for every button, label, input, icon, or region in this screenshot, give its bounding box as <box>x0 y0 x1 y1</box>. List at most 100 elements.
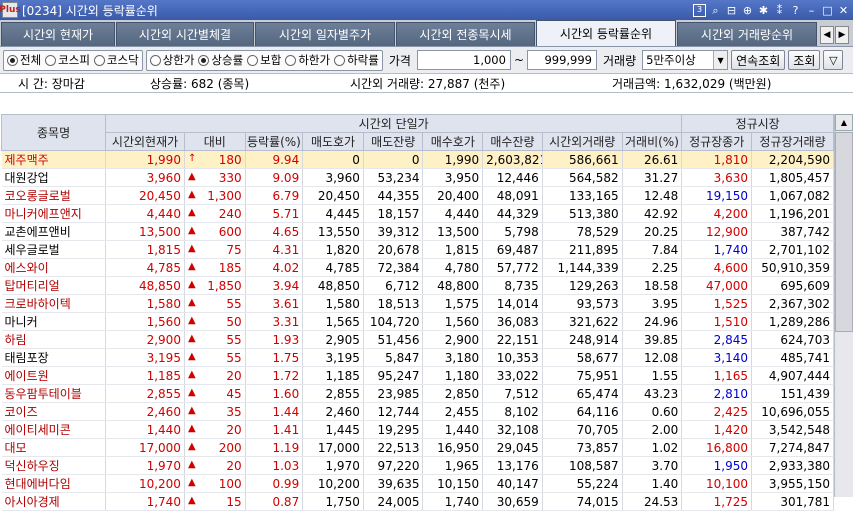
scroll-thumb[interactable] <box>835 132 853 332</box>
stock-name[interactable]: 제주맥주 <box>1 150 107 169</box>
radio-market-all[interactable]: 전체 <box>7 52 41 68</box>
maximize-icon[interactable]: □ <box>821 4 834 17</box>
link-icon[interactable]: ⁑ <box>773 4 786 17</box>
tab-daily-price[interactable]: 시간외 일자별주가 <box>255 22 395 46</box>
col-header[interactable]: 매도호가 <box>302 132 364 151</box>
minimize-icon[interactable]: – <box>805 4 818 17</box>
stock-name[interactable]: 에스와이 <box>1 258 107 277</box>
col-header[interactable]: 거래비(%) <box>621 132 683 151</box>
table-row[interactable]: 마니커 1,560 ▲ 50 3.31 1,565 104,720 1,560 36,083 32… <box>1 312 834 331</box>
table-row[interactable]: 하림 2,900 ▲ 55 1.93 2,905 51,456 2,900 22,151 248,… <box>1 330 834 349</box>
stock-name[interactable]: 아시아경제 <box>1 492 107 511</box>
regular-volume: 50,910,359 <box>751 258 834 277</box>
help-icon[interactable]: ? <box>789 4 802 17</box>
tab-time-trades[interactable]: 시간외 시간별체결 <box>116 22 254 46</box>
table-row[interactable]: 대원강업 3,960 ▲ 330 9.09 3,960 53,234 3,950 12,446 5… <box>1 168 834 187</box>
filter-icon[interactable]: ▽ <box>823 50 844 70</box>
volume-select[interactable]: 5만주이상 ▼ <box>642 50 729 70</box>
table-row[interactable]: 탑머티리얼 48,850 ▲ 1,850 3.94 48,850 6,712 48,800 8,… <box>1 276 834 295</box>
vertical-scrollbar[interactable]: ▲ <box>834 114 853 497</box>
tab-change-rate-rank[interactable]: 시간외 등락률순위 <box>536 20 676 46</box>
stock-name[interactable]: 탑머티리얼 <box>1 276 107 295</box>
regular-close: 3,140 <box>681 348 753 367</box>
continuous-query-button[interactable]: 연속조회 <box>731 50 786 70</box>
stock-name[interactable]: 마니커에프앤지 <box>1 204 107 223</box>
table-row[interactable]: 아시아경제 1,740 ▲ 15 0.87 1,750 24,005 1,740 30,659 7… <box>1 492 834 511</box>
stock-name[interactable]: 태림포장 <box>1 348 107 367</box>
table-row[interactable]: 대모 17,000 ▲ 200 1.19 17,000 22,513 16,950 29,045… <box>1 438 834 457</box>
radio-market-kosdaq[interactable]: 코스닥 <box>93 52 139 68</box>
radio-upper-limit[interactable]: 상한가 <box>149 52 194 68</box>
table-row[interactable]: 현대에버다임 10,200 ▲ 100 0.99 10,200 39,635 10,150 40… <box>1 474 834 493</box>
stock-name[interactable]: 덕신하우징 <box>1 456 107 475</box>
col-header-name[interactable]: 종목명 <box>0 114 107 151</box>
table-row[interactable]: 에이티세미콘 1,440 ▲ 20 1.41 1,445 19,295 1,440 32,108… <box>1 420 834 439</box>
stock-name[interactable]: 코이즈 <box>1 402 107 421</box>
tab-next-arrow-icon[interactable]: ▶ <box>835 26 849 44</box>
scroll-up-icon[interactable]: ▲ <box>835 114 853 131</box>
change-rate: 1.19 <box>245 438 304 457</box>
stock-name[interactable]: 세우글로벌 <box>1 240 107 259</box>
screen-number-icon[interactable]: 3 <box>693 3 706 17</box>
table-row[interactable]: 에이트원 1,185 ▲ 20 1.72 1,185 95,247 1,180 33,022 75… <box>1 366 834 385</box>
bid-price: 1,560 <box>422 312 484 331</box>
col-header[interactable]: 매도잔량 <box>362 132 424 151</box>
col-header[interactable]: 정규장종가 <box>681 132 753 151</box>
col-header[interactable]: 대비 <box>183 132 246 151</box>
stock-name[interactable]: 마니커 <box>1 312 107 331</box>
search-icon[interactable]: ⌕ <box>709 4 722 17</box>
tab-prev-arrow-icon[interactable]: ◀ <box>820 26 834 44</box>
regular-close: 1,740 <box>681 240 753 259</box>
pin-icon[interactable]: ✱ <box>757 4 770 17</box>
up-triangle-icon: ▲ <box>187 368 196 380</box>
table-row[interactable]: 에스와이 4,785 ▲ 185 4.02 4,785 72,384 4,780 57,772 1… <box>1 258 834 277</box>
stock-name[interactable]: 동우팜투테이블 <box>1 384 107 403</box>
tab-all-stocks[interactable]: 시간외 전종목시세 <box>396 22 535 46</box>
tab-current-price[interactable]: 시간외 현재가 <box>1 22 115 46</box>
table-row[interactable]: 코이즈 2,460 ▲ 35 1.44 2,460 12,744 2,455 8,102 64,1… <box>1 402 834 421</box>
change-value: 1,850 <box>207 278 242 293</box>
table-row[interactable]: 덕신하우징 1,970 ▲ 20 1.03 1,970 97,220 1,965 13,176 1… <box>1 456 834 475</box>
change-cell: ▲ 100 <box>184 474 246 493</box>
col-header[interactable]: 정규장거래량 <box>751 132 834 151</box>
bid-price: 1,575 <box>422 294 484 313</box>
bid-price: 1,740 <box>422 492 484 511</box>
window-icon[interactable]: ⊟ <box>725 4 738 17</box>
close-icon[interactable]: ✕ <box>837 4 850 17</box>
table-row[interactable]: 세우글로벌 1,815 ▲ 75 4.31 1,820 20,678 1,815 69,487 2… <box>1 240 834 259</box>
after-hours-price: 2,460 <box>105 402 185 421</box>
stock-name[interactable]: 교촌에프앤비 <box>1 222 107 241</box>
stock-name[interactable]: 코오롱글로벌 <box>1 186 107 205</box>
col-header[interactable]: 매수호가 <box>422 132 484 151</box>
price-from-input[interactable]: 1,000 <box>416 50 511 70</box>
table-row[interactable]: 동우팜투테이블 2,855 ▲ 45 1.60 2,855 23,985 2,850 7,512… <box>1 384 834 403</box>
table-row[interactable]: 크로바하이텍 1,580 ▲ 55 3.61 1,580 18,513 1,575 14,014… <box>1 294 834 313</box>
col-header[interactable]: 매수잔량 <box>482 132 543 151</box>
stock-name[interactable]: 에이트원 <box>1 366 107 385</box>
table-row[interactable]: 태림포장 3,195 ▲ 55 1.75 3,195 5,847 3,180 10,353 58,… <box>1 348 834 367</box>
stock-name[interactable]: 대모 <box>1 438 107 457</box>
table-row[interactable]: 코오롱글로벌 20,450 ▲ 1,300 6.79 20,450 44,355 20,400… <box>1 186 834 205</box>
stock-name[interactable]: 에이티세미콘 <box>1 420 107 439</box>
radio-lower-limit[interactable]: 하한가 <box>285 52 330 68</box>
col-header[interactable]: 시간외거래량 <box>541 132 623 151</box>
radio-market-kospi[interactable]: 코스피 <box>45 52 90 68</box>
col-header[interactable]: 시간외현재가 <box>105 132 185 151</box>
stock-name[interactable]: 대원강업 <box>1 168 107 187</box>
price-to-input[interactable]: 999,999 <box>527 50 597 70</box>
stock-name[interactable]: 현대에버다임 <box>1 474 107 493</box>
table-row[interactable]: 교촌에프앤비 13,500 ▲ 600 4.65 13,550 39,312 13,500 5,… <box>1 222 834 241</box>
radio-fall-rate[interactable]: 하락률 <box>334 52 379 68</box>
stock-name[interactable]: 크로바하이텍 <box>1 294 107 313</box>
radio-rise-rate[interactable]: 상승률 <box>198 52 243 68</box>
zoom-icon[interactable]: ⊕ <box>741 4 754 17</box>
change-value: 600 <box>218 224 242 239</box>
query-button[interactable]: 조회 <box>788 50 821 70</box>
stock-name[interactable]: 하림 <box>1 330 107 349</box>
tab-volume-rank[interactable]: 시간외 거래량순위 <box>677 22 817 46</box>
col-header[interactable]: 등락률(%) <box>244 132 304 151</box>
change-value: 20 <box>226 368 242 383</box>
radio-unchanged[interactable]: 보합 <box>247 52 281 68</box>
table-row[interactable]: 마니커에프앤지 4,440 ▲ 240 5.71 4,445 18,157 4,440 44,3… <box>1 204 834 223</box>
table-row[interactable]: 제주맥주 1,990 ↑ 180 9.94 0 0 1,990 2,603,821 586,661… <box>1 150 834 169</box>
